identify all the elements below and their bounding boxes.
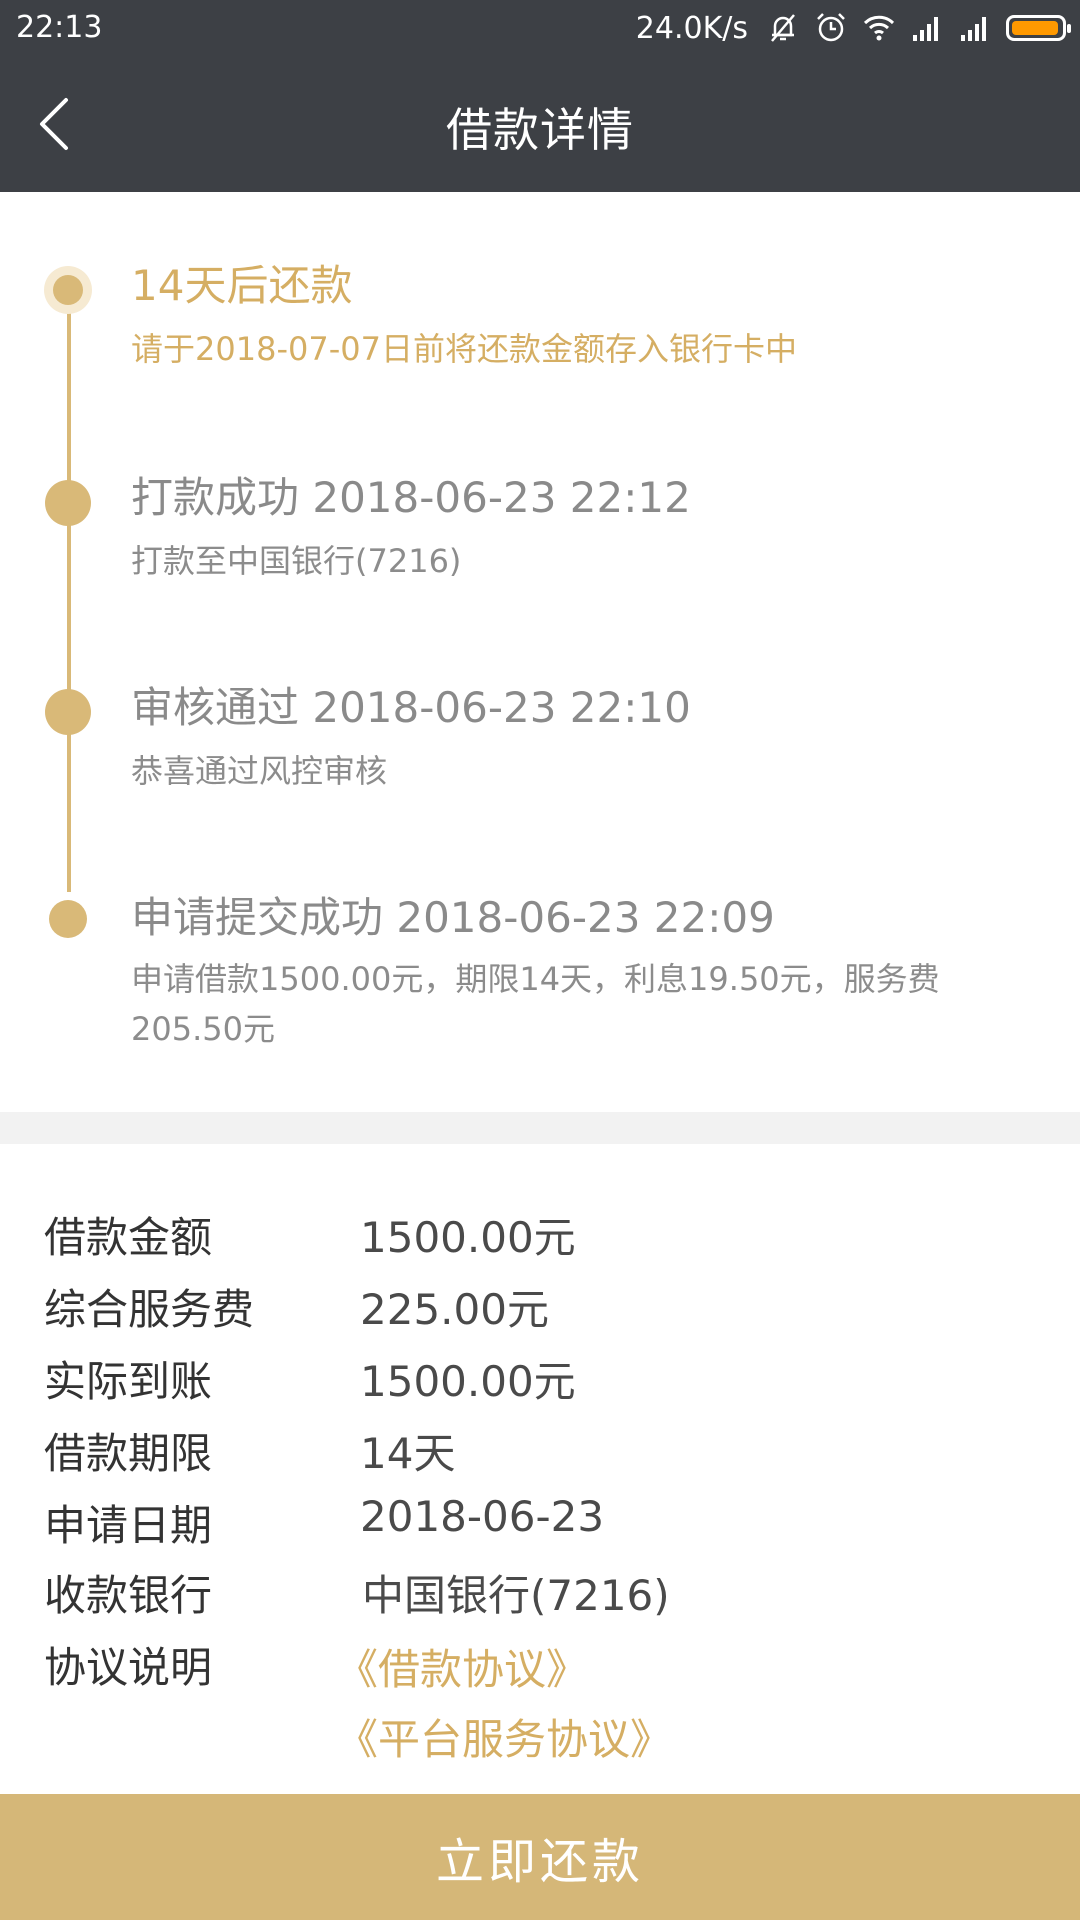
detail-value: 225.00元	[360, 1285, 549, 1334]
timeline-dot	[49, 900, 87, 938]
status-time: 22:13	[16, 10, 103, 45]
signal-icon	[913, 17, 938, 41]
mute-bell-icon	[771, 14, 795, 42]
timeline-subtitle: 申请借款1500.00元，期限14天，利息19.50元，服务费205.50元	[131, 960, 940, 1048]
timeline-line	[67, 292, 71, 892]
timeline-subtitle: 打款至中国银行(7216)	[131, 542, 462, 580]
timeline-title: 打款成功 2018-06-23 22:12	[131, 473, 691, 522]
network-speed: 24.0K/s	[635, 10, 748, 46]
detail-value: 中国银行(7216)	[362, 1571, 670, 1620]
agreement-label: 协议说明	[44, 1643, 213, 1692]
alarm-icon	[817, 13, 845, 42]
detail-value: 14天	[360, 1429, 456, 1478]
battery-icon	[1006, 15, 1071, 41]
wifi-icon	[863, 15, 895, 41]
detail-value: 1500.00元	[360, 1357, 576, 1406]
timeline-subtitle: 恭喜通过风控审核	[131, 752, 388, 790]
repay-now-button[interactable]: 立即还款	[0, 1794, 1080, 1920]
detail-label: 借款金额	[44, 1213, 213, 1262]
timeline-dot	[45, 480, 91, 526]
detail-label: 申请日期	[44, 1501, 213, 1550]
status-bar: 22:13 24.0K/s	[0, 0, 1080, 56]
loan-details: 借款金额 1500.00元 综合服务费 225.00元 实际到账 1500.00…	[0, 1144, 1080, 1794]
detail-value: 2018-06-23	[360, 1492, 605, 1541]
title-bar: 借款详情	[0, 56, 1080, 192]
page-title: 借款详情	[446, 103, 634, 157]
timeline-dot-current	[44, 266, 92, 314]
detail-label: 借款期限	[44, 1429, 213, 1478]
detail-label: 收款银行	[44, 1571, 213, 1620]
loan-agreement-link[interactable]: 《借款协议》	[336, 1636, 588, 1697]
loan-timeline: 14天后还款 请于2018-07-07日前将还款金额存入银行卡中 打款成功 20…	[0, 192, 1080, 1112]
section-divider	[0, 1112, 1080, 1144]
detail-label: 实际到账	[44, 1357, 213, 1406]
timeline-title: 申请提交成功 2018-06-23 22:09	[131, 893, 775, 942]
status-icons: 24.0K/s	[635, 8, 1071, 48]
timeline-dot	[45, 689, 91, 735]
timeline-subtitle: 请于2018-07-07日前将还款金额存入银行卡中	[131, 330, 797, 368]
platform-service-agreement-link[interactable]: 《平台服务协议》	[336, 1706, 672, 1767]
detail-value: 1500.00元	[360, 1213, 576, 1262]
signal-icon	[961, 17, 986, 41]
timeline-title: 14天后还款	[131, 261, 353, 310]
detail-label: 综合服务费	[44, 1285, 255, 1334]
timeline-title: 审核通过 2018-06-23 22:10	[131, 683, 691, 732]
